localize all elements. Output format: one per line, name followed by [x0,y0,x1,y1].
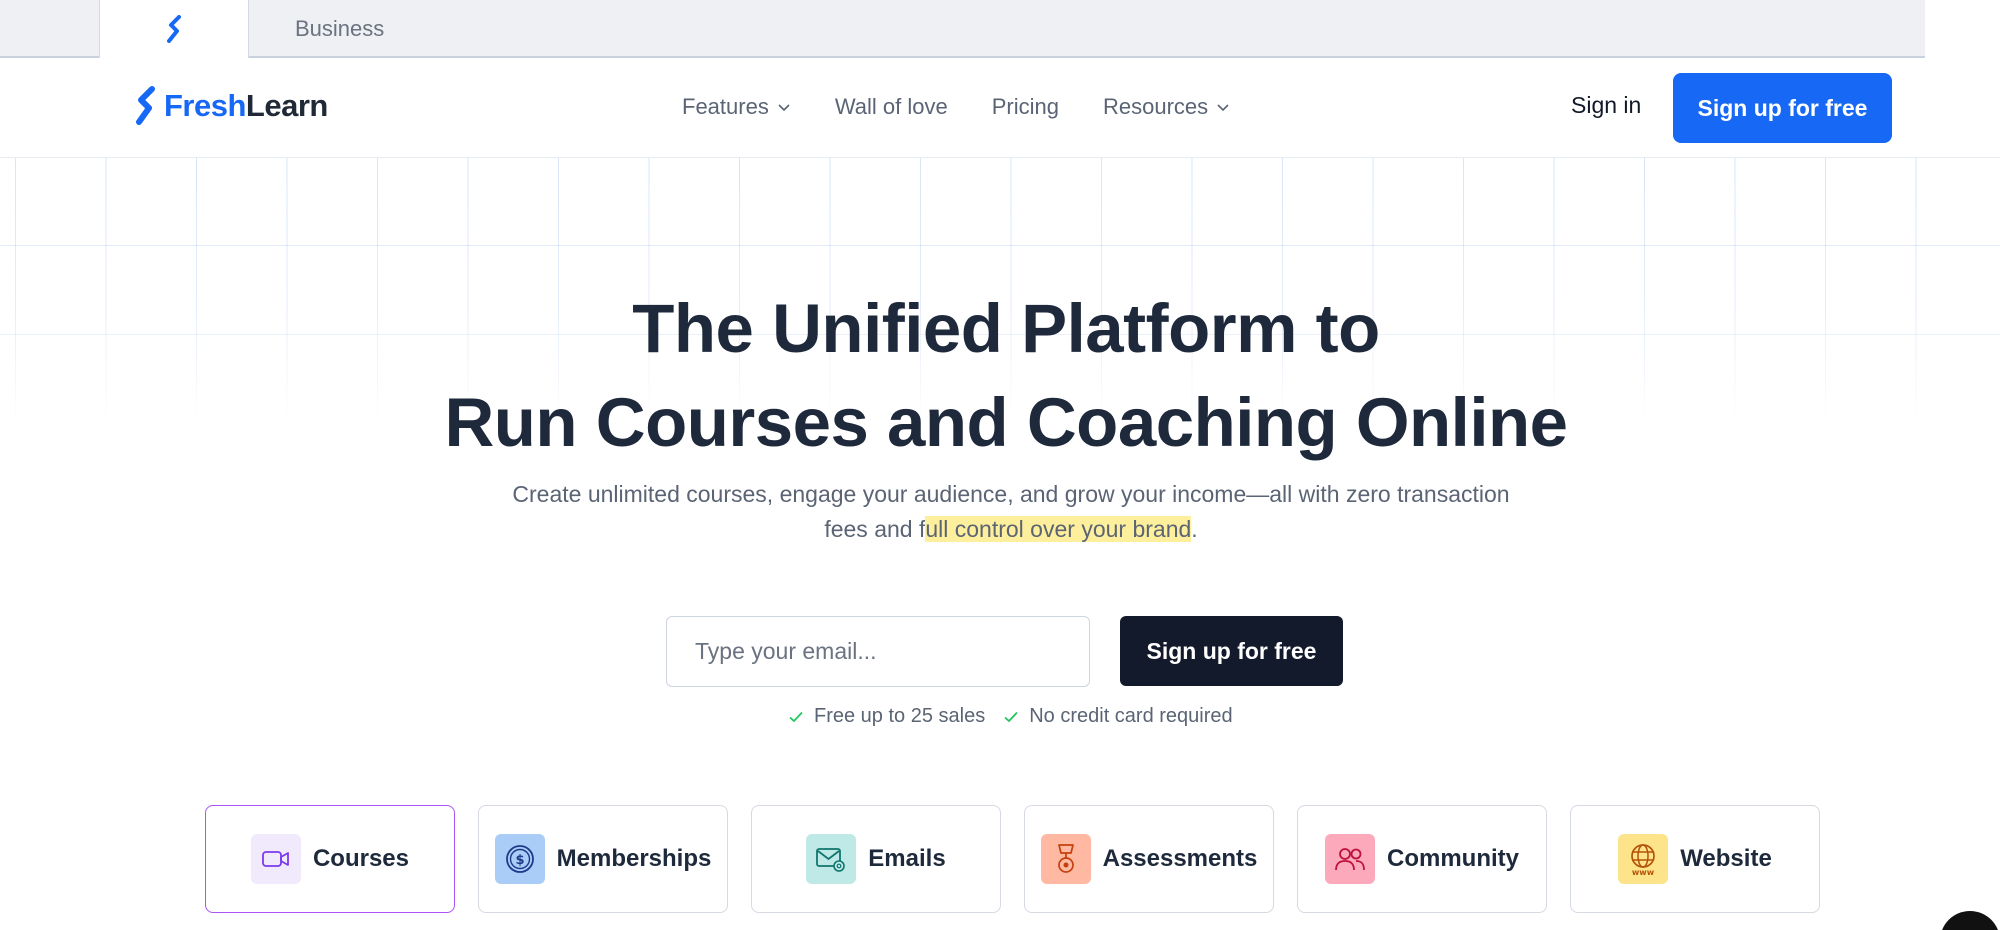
hero-subtitle-line-1: Create unlimited courses, engage your au… [512,481,1510,507]
feature-tab-website[interactable]: www Website [1570,805,1820,913]
feature-tab-memberships[interactable]: $ Memberships [478,805,728,913]
nav-resources[interactable]: Resources [1103,94,1230,120]
logo-text: FreshLearn [164,88,328,124]
hero-title-line-2: Run Courses and Coaching Online [444,384,1568,461]
feature-tab-label: Assessments [1102,845,1258,872]
svg-text:www: www [1632,868,1655,876]
chevron-down-icon [1217,104,1229,112]
freshlearn-logo-icon [167,15,181,43]
check-icon [1004,711,1018,722]
hero-subtitle-post: . [1191,516,1198,542]
hero-subtitle-pre: fees and f [824,516,926,542]
site-header: FreshLearn Features Wall of love Pricing… [0,58,2000,158]
hero-subtitle-highlight: ull control over your brand [925,516,1192,542]
benefit-item: No credit card required [1003,705,1233,728]
nav-features-label: Features [682,94,769,119]
trophy-icon [1040,834,1091,884]
hero-title: The Unified Platform to Run Courses and … [0,282,2000,470]
feature-tab-assessments[interactable]: Assessments [1024,805,1274,913]
signup-benefits: Free up to 25 sales No credit card requi… [788,705,1233,728]
nav-features[interactable]: Features [682,94,791,120]
logo[interactable]: FreshLearn [134,85,328,127]
nav-pricing-label: Pricing [991,94,1059,119]
chevron-down-icon [778,104,790,112]
benefit-label: Free up to 25 sales [814,705,986,727]
feature-tab-label: Emails [868,845,946,872]
feature-tab-emails[interactable]: Emails [751,805,1001,913]
sign-up-button-header[interactable]: Sign up for free [1673,73,1892,143]
feature-tab-courses[interactable]: Courses [205,805,455,913]
freshlearn-logo-icon [136,86,155,125]
benefit-item: Free up to 25 sales [788,705,985,728]
tab-strip-end [1925,0,2000,58]
hero-subtitle: Create unlimited courses, engage your au… [500,477,1522,547]
email-at-icon [806,834,857,884]
feature-tab-label: Courses [312,845,410,872]
hero-title-line-1: The Unified Platform to [632,290,1380,367]
logo-text-learn: Learn [245,88,328,123]
chat-widget-button[interactable] [1940,911,2000,930]
benefit-label: No credit card required [1029,705,1233,727]
nav-pricing[interactable]: Pricing [992,94,1059,120]
email-input[interactable] [666,616,1090,687]
people-icon [1325,834,1375,884]
dollar-coin-icon: $ [494,834,545,884]
sign-up-button-main[interactable]: Sign up for free [1120,616,1343,686]
video-camera-icon [250,834,301,884]
sign-in-link[interactable]: Sign in [1571,92,1641,119]
globe-www-icon: www [1618,834,1669,884]
nav-wall-of-love[interactable]: Wall of love [835,94,948,120]
svg-text:$: $ [515,853,524,868]
nav-wall-of-love-label: Wall of love [834,94,948,119]
tab-freshlearn[interactable] [99,0,249,60]
main-nav: Features Wall of love Pricing Resources [682,94,1230,120]
tab-business[interactable]: Business [295,0,384,58]
check-icon [789,711,803,722]
feature-tab-label: Memberships [556,845,712,872]
logo-text-fresh: Fresh [164,88,246,123]
nav-resources-label: Resources [1102,94,1209,119]
feature-tab-label: Community [1387,845,1519,872]
feature-tabs: Courses $ Memberships Emails Assessments… [205,805,1820,913]
browser-tab-strip: Business [0,0,2000,60]
feature-tab-community[interactable]: Community [1297,805,1547,913]
feature-tab-label: Website [1680,845,1772,872]
